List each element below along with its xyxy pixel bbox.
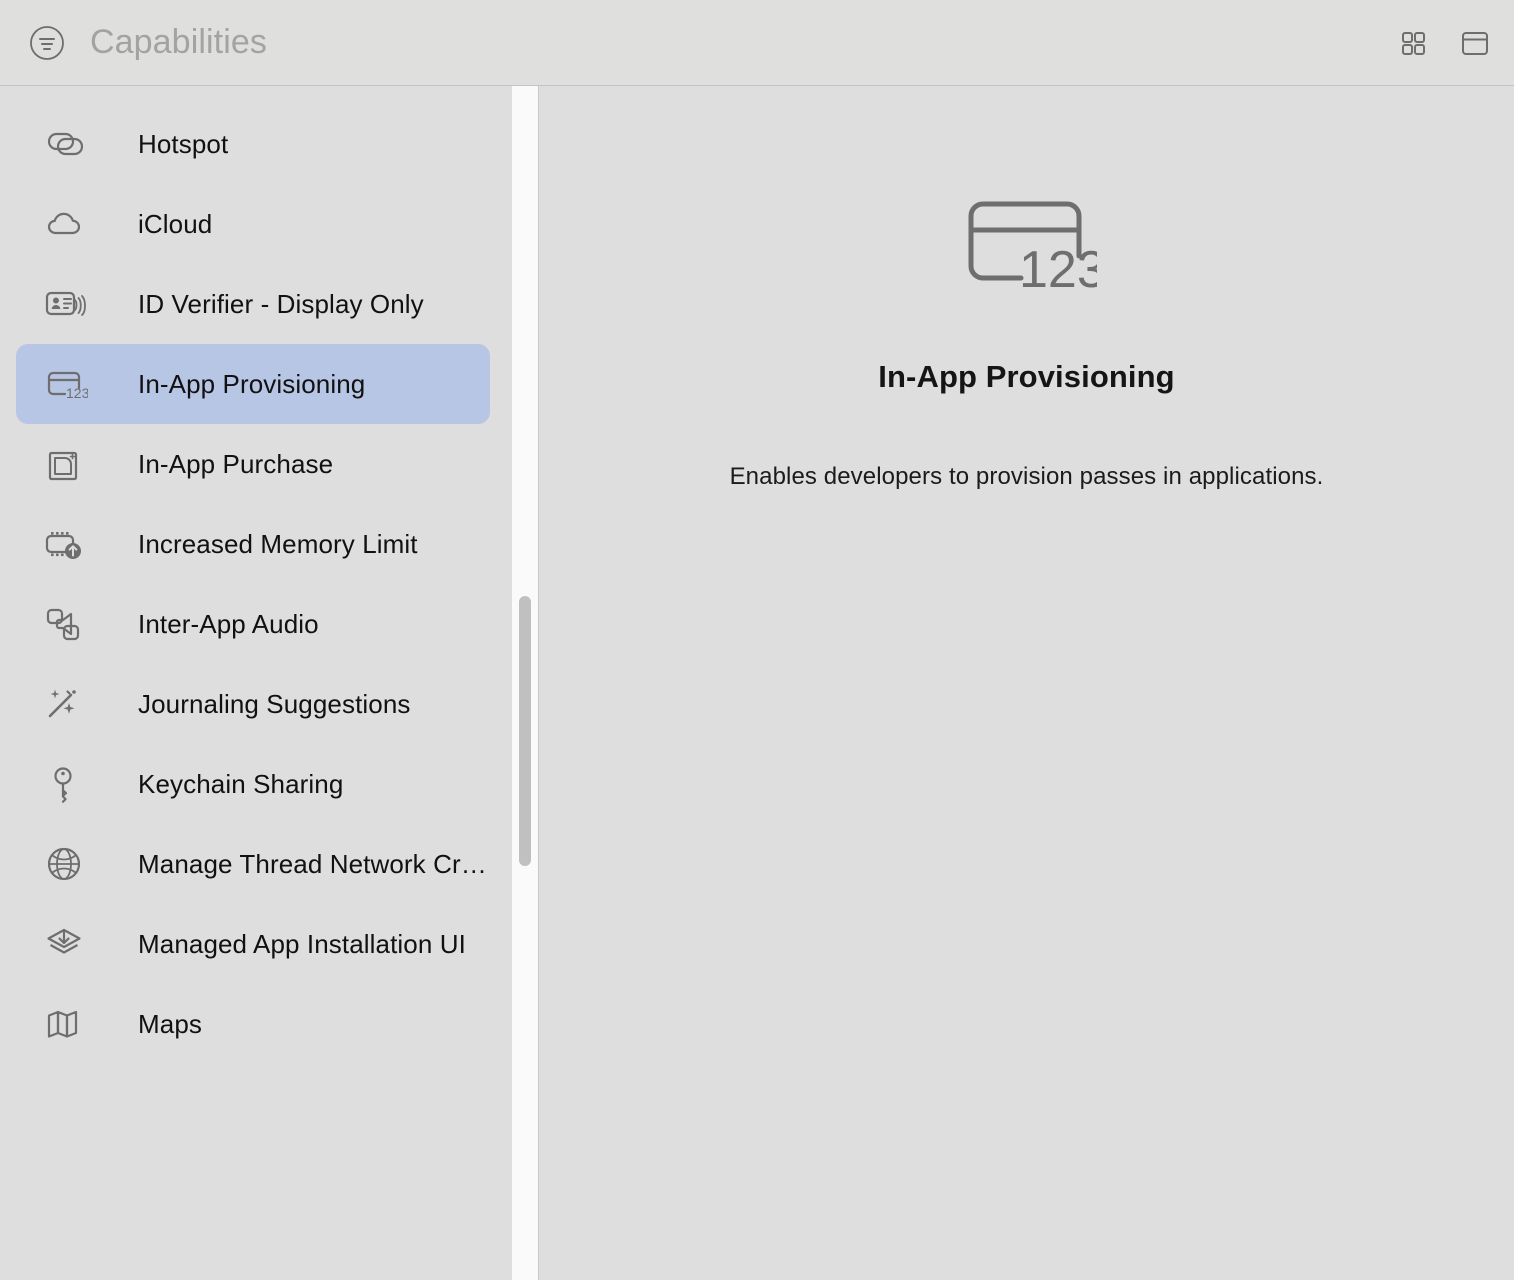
sidebar-item-label: Hotspot — [138, 128, 229, 159]
capabilities-list: Hotspot iCloud ID Verifier - Display Onl… — [0, 104, 512, 1064]
sidebar-item-maps[interactable]: Maps — [16, 984, 490, 1064]
sidebar-scrollbar-track[interactable] — [512, 86, 538, 1280]
sidebar-scrollbar-thumb[interactable] — [519, 596, 531, 866]
sidebar-item-increased-memory-limit[interactable]: Increased Memory Limit — [16, 504, 490, 584]
credit-card-123-icon: 123 — [42, 361, 88, 407]
detail-description: Enables developers to provision passes i… — [729, 462, 1324, 490]
sidebar-item-label: Managed App Installation UI — [138, 928, 466, 959]
inter-app-audio-icon — [42, 601, 88, 647]
sidebar-item-journaling-suggestions[interactable]: Journaling Suggestions — [16, 664, 490, 744]
svg-text:123: 123 — [1019, 241, 1097, 294]
window-titlebar: Capabilities — [0, 0, 1514, 86]
hotspot-link-icon — [42, 121, 88, 167]
key-icon — [42, 761, 88, 807]
cloud-icon — [42, 201, 88, 247]
sidebar-item-label: Maps — [138, 1008, 202, 1039]
memory-chip-up-icon — [42, 521, 88, 567]
folded-map-icon — [42, 1001, 88, 1047]
grid-view-icon[interactable] — [1396, 26, 1430, 60]
sidebar-item-label: Inter-App Audio — [138, 608, 319, 639]
sidebar-item-in-app-provisioning[interactable]: 123 In-App Provisioning — [16, 344, 490, 424]
sidebar-item-manage-thread-network-credentials[interactable]: Manage Thread Network Cre… — [16, 824, 490, 904]
magic-wand-sparkles-icon — [42, 681, 88, 727]
sidebar-item-label: ID Verifier - Display Only — [138, 288, 424, 319]
sidebar-item-label: Increased Memory Limit — [138, 528, 418, 559]
capabilities-sidebar: Hotspot iCloud ID Verifier - Display Onl… — [0, 86, 512, 1280]
sidebar-item-label: In-App Provisioning — [138, 368, 366, 399]
sidebar-item-label: In-App Purchase — [138, 448, 334, 479]
layers-download-icon — [42, 921, 88, 967]
sidebar-item-label: iCloud — [138, 208, 213, 239]
globe-icon — [42, 841, 88, 887]
sidebar-item-managed-app-installation-ui[interactable]: Managed App Installation UI — [16, 904, 490, 984]
credit-card-123-icon: 123 — [957, 186, 1105, 299]
titlebar-right-group — [1396, 26, 1492, 60]
sidebar-item-icloud[interactable]: iCloud — [16, 184, 490, 264]
detail-title: In-App Provisioning — [878, 358, 1175, 394]
sidebar-item-label: Keychain Sharing — [138, 768, 344, 799]
panel-view-icon[interactable] — [1458, 26, 1492, 60]
sidebar-item-label: Journaling Suggestions — [138, 688, 411, 719]
window-body: Hotspot iCloud ID Verifier - Display Onl… — [0, 86, 1514, 1280]
titlebar-left-group: Capabilities — [26, 22, 267, 64]
id-card-nfc-icon — [42, 281, 88, 327]
sidebar-item-in-app-purchase[interactable]: In-App Purchase — [16, 424, 490, 504]
page-title: Capabilities — [90, 23, 267, 61]
sidebar-item-hotspot[interactable]: Hotspot — [16, 104, 490, 184]
svg-text:123: 123 — [66, 385, 88, 401]
capabilities-window: Capabilities Hotspot iCloud ID Verifier … — [0, 0, 1514, 1280]
filter-circle-icon[interactable] — [26, 22, 68, 64]
sidebar-item-id-verifier[interactable]: ID Verifier - Display Only — [16, 264, 490, 344]
detail-content: 123 In-App Provisioning Enables develope… — [539, 186, 1514, 515]
in-app-purchase-icon — [42, 441, 88, 487]
sidebar-item-inter-app-audio[interactable]: Inter-App Audio — [16, 584, 490, 664]
capability-detail-pane: 123 In-App Provisioning Enables develope… — [539, 86, 1514, 1280]
sidebar-item-keychain-sharing[interactable]: Keychain Sharing — [16, 744, 490, 824]
sidebar-item-label: Manage Thread Network Cre… — [138, 848, 490, 879]
